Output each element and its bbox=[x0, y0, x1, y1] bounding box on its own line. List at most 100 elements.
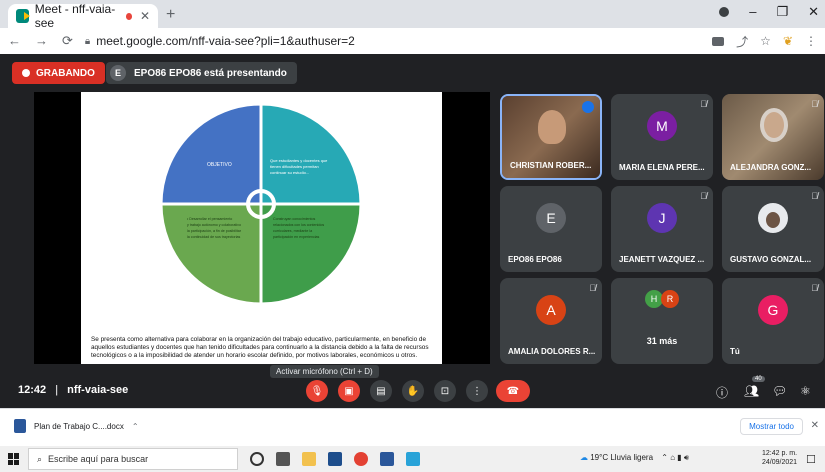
notifications-icon[interactable]: ☐ bbox=[806, 453, 816, 466]
clock[interactable]: 12:42 p. m. 24/09/2021 bbox=[762, 449, 797, 467]
mic-off-icon: 🎙̸ bbox=[811, 191, 818, 201]
app-icon[interactable] bbox=[406, 452, 420, 466]
camera-toggle-button[interactable]: ▣ bbox=[338, 380, 360, 402]
url-text: meet.google.com/nff-vaia-see?pli=1&authu… bbox=[96, 34, 355, 48]
clock-date: 24/09/2021 bbox=[762, 459, 798, 466]
participant-tile-alejandra[interactable]: 🎙̸ ALEJANDRA GONZ... bbox=[722, 94, 824, 180]
close-window-icon[interactable]: ✕ bbox=[808, 4, 819, 20]
taskbar-search[interactable]: ⌕ Escribe aquí para buscar bbox=[28, 448, 238, 470]
search-icon: ⌕ bbox=[37, 453, 43, 464]
slide-quadrant-label-objetivo: OBJETIVO bbox=[207, 162, 232, 168]
mic-off-icon: 🎙̸ bbox=[700, 99, 707, 109]
extension-icon[interactable]: ❦ bbox=[783, 34, 793, 48]
participant-photo bbox=[766, 212, 780, 228]
participant-tile-epo86[interactable]: E EPO86 EPO86 bbox=[500, 186, 602, 272]
minimize-icon[interactable]: – bbox=[749, 4, 756, 20]
raise-hand-button[interactable]: ✋ bbox=[402, 380, 424, 402]
close-tab-icon[interactable]: ✕ bbox=[140, 9, 150, 23]
slide-quadrant-text-br: Construyan conocimientos bbox=[273, 217, 316, 221]
meeting-time: 12:42 bbox=[18, 384, 47, 396]
chrome-icon[interactable] bbox=[354, 452, 368, 466]
share-icon[interactable]: ⤴ bbox=[736, 33, 748, 50]
tray-icons[interactable]: ⌃ ⌂ ▮ 🔊︎ bbox=[661, 453, 689, 462]
present-button[interactable]: ⊡ bbox=[434, 380, 456, 402]
meeting-info: 12:42 | nff-vaia-see bbox=[18, 384, 128, 396]
meeting-details-icon[interactable]: ⓘ bbox=[716, 384, 728, 401]
participant-tile-gustavo[interactable]: 🎙̸ GUSTAVO GONZAL... bbox=[722, 186, 824, 272]
forward-icon[interactable]: → bbox=[35, 33, 48, 49]
slide-quadrant-text-bl-2: y trabajo autónomo y colaborativo bbox=[187, 223, 241, 227]
meet-favicon-icon bbox=[16, 9, 30, 23]
presentation-slide: OBJETIVO Que estudiantes y docentes que … bbox=[81, 92, 442, 364]
chevron-up-icon[interactable]: ⌃ bbox=[132, 422, 139, 431]
presenter-banner: E EPO86 EPO86 está presentando bbox=[106, 62, 297, 84]
recording-badge[interactable]: GRABANDO bbox=[12, 62, 105, 84]
recording-label: GRABANDO bbox=[36, 67, 95, 79]
close-shelf-icon[interactable]: ✕ bbox=[811, 420, 819, 431]
download-shelf: Plan de Trabajo C....docx ⌃ Mostrar todo… bbox=[0, 408, 825, 446]
slide-caption: Se presenta como alternativa para colabo… bbox=[91, 336, 429, 359]
browser-tab[interactable]: Meet - nff-vaia-see ✕ bbox=[8, 2, 158, 30]
profile-dot-icon[interactable] bbox=[719, 7, 730, 17]
participant-tile-amalia[interactable]: 🎙̸ A AMALIA DOLORES R... bbox=[500, 278, 602, 364]
slide-quadrant-text-bl-3: la participación, a fin de posibilitar bbox=[187, 229, 242, 233]
task-view-icon[interactable] bbox=[276, 452, 290, 466]
participant-name: GUSTAVO GONZAL... bbox=[730, 255, 812, 264]
participant-tile-self[interactable]: 🎙̸ G Tú bbox=[722, 278, 824, 364]
mic-off-icon: 🎙̸ bbox=[811, 99, 818, 109]
clock-time: 12:42 p. m. bbox=[762, 450, 798, 457]
record-dot-icon bbox=[22, 69, 30, 77]
people-icon[interactable]: 👥︎ bbox=[744, 384, 759, 398]
participant-avatar: J bbox=[647, 203, 677, 233]
participant-name: EPO86 EPO86 bbox=[508, 255, 562, 264]
restore-icon[interactable]: ❐ bbox=[776, 4, 788, 20]
camera-in-use-icon[interactable] bbox=[712, 36, 725, 46]
word-icon[interactable] bbox=[380, 452, 394, 466]
slide-circle-diagram: OBJETIVO Que estudiantes y docentes que … bbox=[159, 102, 363, 306]
address-bar[interactable]: 🔒︎ meet.google.com/nff-vaia-see?pli=1&au… bbox=[85, 31, 712, 51]
participant-tile-christian[interactable]: CHRISTIAN ROBER... bbox=[500, 94, 602, 180]
mic-off-icon: 🎙̸ bbox=[811, 283, 818, 293]
captions-button[interactable]: ▤ bbox=[370, 380, 392, 402]
participant-face bbox=[760, 108, 788, 142]
slide-quadrant-text-br-3: curriculares, mediante la bbox=[273, 229, 312, 233]
mic-off-icon: 🎙̸ bbox=[700, 191, 707, 201]
participant-name: CHRISTIAN ROBER... bbox=[510, 161, 592, 170]
slide-quadrant-text-tr: Que estudiantes y docentes que bbox=[270, 158, 328, 163]
slide-quadrant-text-br-2: relacionados con los contenidos bbox=[273, 223, 324, 227]
windows-start-icon[interactable] bbox=[8, 453, 20, 465]
back-icon[interactable]: ← bbox=[8, 33, 21, 49]
download-file-name: Plan de Trabajo C....docx bbox=[34, 421, 124, 431]
separator: | bbox=[55, 384, 59, 396]
mail-icon[interactable] bbox=[328, 452, 342, 466]
activities-icon[interactable]: ⚛ bbox=[800, 384, 811, 398]
file-explorer-icon[interactable] bbox=[302, 452, 316, 466]
lock-icon: 🔒︎ bbox=[84, 35, 91, 47]
menu-icon[interactable]: ⋮ bbox=[805, 34, 817, 48]
download-item[interactable]: Plan de Trabajo C....docx ⌃ bbox=[14, 419, 139, 433]
people-count-badge: 40 bbox=[752, 376, 765, 382]
bookmark-star-icon[interactable]: ☆ bbox=[760, 34, 771, 48]
participant-tile-maria[interactable]: 🎙̸ M MARIA ELENA PERE... bbox=[611, 94, 713, 180]
participant-avatar: A bbox=[536, 295, 566, 325]
presenter-avatar: E bbox=[110, 65, 126, 81]
show-all-button[interactable]: Mostrar todo bbox=[740, 418, 803, 435]
new-tab-button[interactable]: + bbox=[166, 6, 175, 24]
participant-tile-more[interactable]: H R 31 más bbox=[611, 278, 713, 364]
weather-text[interactable]: 19°C Lluvia ligera bbox=[590, 453, 653, 462]
slide-quadrant-teal bbox=[259, 102, 363, 206]
end-call-button[interactable]: ☎ bbox=[496, 380, 530, 402]
mic-toggle-button[interactable]: 🎙 bbox=[306, 380, 328, 402]
participant-avatar: E bbox=[536, 203, 566, 233]
participant-name: Tú bbox=[730, 347, 740, 356]
chat-icon[interactable]: 💬︎ bbox=[772, 384, 787, 398]
more-participants-label: 31 más bbox=[646, 336, 678, 346]
presentation-stage[interactable]: OBJETIVO Que estudiantes y docentes que … bbox=[34, 92, 490, 364]
more-options-button[interactable]: ⋮ bbox=[466, 380, 488, 402]
windows-taskbar: ⌕ Escribe aquí para buscar ☁ 19°C Lluvia… bbox=[0, 446, 825, 472]
participant-tile-jeanett[interactable]: 🎙̸ J JEANETT VAZQUEZ ... bbox=[611, 186, 713, 272]
system-tray: ☁ 19°C Lluvia ligera ⌃ ⌂ ▮ 🔊︎ bbox=[580, 453, 689, 463]
reload-icon[interactable]: ⟳ bbox=[62, 33, 73, 49]
meet-area: GRABANDO E EPO86 EPO86 está presentando … bbox=[0, 54, 825, 408]
cortana-icon[interactable] bbox=[250, 452, 264, 466]
